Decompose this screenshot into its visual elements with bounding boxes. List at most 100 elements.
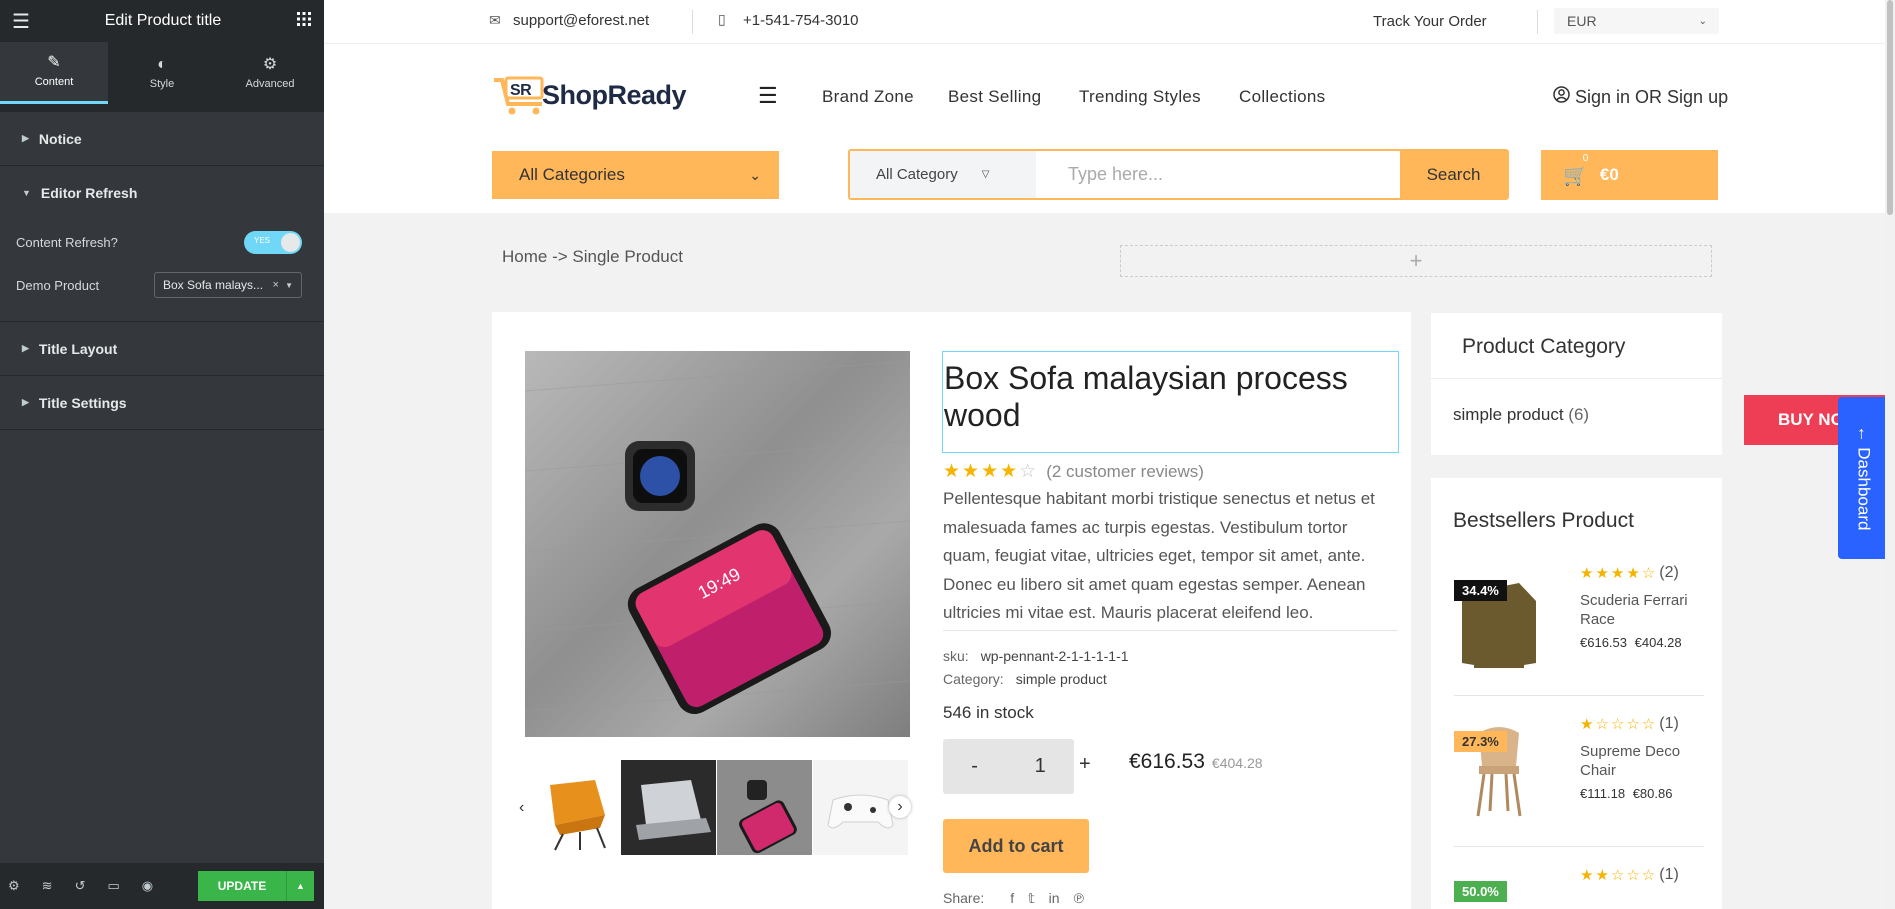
gallery-prev-icon[interactable]: ‹	[519, 799, 524, 817]
category-item[interactable]: simple product (6)	[1453, 405, 1589, 425]
responsive-icon[interactable]: ▭	[107, 878, 119, 894]
discount-badge: 27.3%	[1454, 731, 1507, 752]
tab-content[interactable]: ✎ Content	[0, 42, 108, 104]
price-current: €111.18	[1580, 786, 1626, 801]
add-to-cart-button[interactable]: Add to cart	[943, 819, 1089, 873]
price-old: €404.28	[1634, 635, 1682, 650]
widget-title: Product Category	[1462, 335, 1626, 358]
chevron-down-icon: ▼	[285, 281, 293, 290]
section-editor-refresh[interactable]: ▼ Editor Refresh	[0, 166, 324, 220]
product-category-meta: Category: simple product	[943, 671, 1107, 687]
editor-panel: ☰ Edit Product title ✎ Content ◐ Style ⚙…	[0, 0, 324, 909]
content-refresh-toggle[interactable]: YES	[244, 230, 302, 254]
section-label: Editor Refresh	[40, 185, 138, 201]
plus-icon: +	[1409, 248, 1423, 273]
gallery-next-icon[interactable]: ›	[889, 796, 911, 818]
preview-eye-icon[interactable]: ◉	[142, 878, 153, 894]
clear-icon[interactable]: ×	[273, 279, 279, 291]
dashboard-label: ← Dashboard	[1854, 425, 1874, 531]
qty-value-input[interactable]: 1	[1035, 755, 1046, 778]
search-category-select[interactable]: All Category ▽	[850, 151, 1036, 198]
rating-stars: ★★☆☆☆	[1580, 867, 1658, 884]
item-price: €111.18 €80.86	[1580, 786, 1672, 801]
tab-style[interactable]: ◐ Style	[108, 42, 216, 104]
gallery-thumb-chair[interactable]	[525, 760, 620, 855]
pinterest-icon[interactable]: ℗	[1074, 890, 1084, 907]
hamburger-menu-icon[interactable]: ☰	[12, 9, 30, 34]
topbar-email[interactable]: support@eforest.net	[513, 12, 649, 29]
layers-icon[interactable]: ≋	[42, 878, 53, 894]
demo-product-select[interactable]: Box Sofa malays... × ▼	[154, 272, 302, 298]
sku-label: sku:	[943, 648, 969, 664]
toggle-knob	[281, 232, 300, 252]
scrollbar-thumb[interactable]	[1887, 0, 1893, 215]
category-label: Category:	[943, 671, 1004, 687]
qty-plus-button[interactable]: +	[1079, 753, 1091, 776]
cart-button[interactable]: 🛒 0 €0	[1541, 150, 1718, 200]
logo[interactable]: SR ShopReady	[492, 74, 687, 116]
account-link[interactable]: Sign in OR Sign up	[1553, 86, 1728, 108]
discount-badge: 34.4%	[1454, 580, 1507, 601]
product-main-image[interactable]: 19:49	[525, 351, 910, 737]
section-notice[interactable]: ▶ Notice	[0, 112, 324, 166]
chevron-down-icon: ⌄	[1698, 15, 1707, 27]
section-title-layout[interactable]: ▶ Title Layout	[0, 322, 324, 376]
user-icon	[1553, 86, 1570, 108]
search-input[interactable]: Type here...	[1036, 151, 1400, 198]
widgets-grid-icon[interactable]	[296, 11, 312, 32]
add-section-placeholder[interactable]: +	[1120, 245, 1712, 277]
widget-title: Bestsellers Product	[1453, 509, 1634, 532]
demo-product-control: Demo Product Box Sofa malays... × ▼	[0, 264, 324, 306]
history-icon[interactable]: ↺	[75, 878, 86, 894]
section-title-settings[interactable]: ▶ Title Settings	[0, 376, 324, 430]
share-row: Share: f 𝕥 in ℗	[943, 890, 1084, 907]
currency-select[interactable]: EUR ⌄	[1554, 8, 1719, 34]
dashboard-tab[interactable]: ← Dashboard	[1838, 397, 1889, 559]
header: SR ShopReady ☰ Brand Zone Best Selling T…	[324, 44, 1895, 213]
bestseller-item[interactable]: 34.4% ★★★★☆ (2) Scuderia Ferrari Race €6…	[1454, 563, 1704, 696]
update-button[interactable]: UPDATE	[198, 871, 286, 901]
nav-collections[interactable]: Collections	[1239, 87, 1325, 107]
reviews-link[interactable]: (2 customer reviews)	[1046, 462, 1204, 482]
gallery-thumb-laptop[interactable]	[621, 760, 716, 855]
topbar-phone[interactable]: +1-541-754-3010	[743, 12, 859, 29]
panel-title: Edit Product title	[104, 12, 222, 29]
linkedin-icon[interactable]: in	[1049, 890, 1060, 907]
all-categories-label: All Categories	[519, 165, 625, 184]
nav-trending-styles[interactable]: Trending Styles	[1079, 87, 1201, 107]
category-link[interactable]: simple product	[1016, 671, 1107, 687]
facebook-icon[interactable]: f	[1010, 890, 1014, 907]
product-title[interactable]: Box Sofa malaysian process wood	[942, 351, 1399, 453]
update-options-caret-icon[interactable]: ▲	[286, 871, 314, 901]
tab-advanced[interactable]: ⚙ Advanced	[216, 42, 324, 104]
menu-hamburger-icon[interactable]: ☰	[758, 83, 778, 109]
search-button[interactable]: Search	[1400, 151, 1507, 198]
bestseller-item[interactable]: 50.0% ★★☆☆☆ (1)	[1454, 865, 1704, 909]
qty-minus-button[interactable]: -	[971, 755, 978, 778]
logo-text: ShopReady	[542, 79, 687, 110]
bestseller-item[interactable]: 27.3% ★☆☆☆☆ (1) Supreme Deco Chair €111.…	[1454, 714, 1704, 847]
category-count: (6)	[1568, 405, 1590, 424]
price-current: €616.53	[1580, 635, 1627, 650]
price-old: €80.86	[1632, 786, 1673, 801]
track-order-link[interactable]: Track Your Order	[1373, 13, 1487, 30]
panel-tabs: ✎ Content ◐ Style ⚙ Advanced	[0, 42, 324, 104]
price-current: €616.53	[1129, 750, 1205, 773]
all-categories-button[interactable]: All Categories ⌄	[492, 151, 779, 199]
gallery-thumb-phone[interactable]	[717, 760, 812, 855]
nav-best-selling[interactable]: Best Selling	[948, 87, 1041, 107]
app: ☰ Edit Product title ✎ Content ◐ Style ⚙…	[0, 0, 1895, 909]
product-price: €616.53 €404.28	[1129, 750, 1263, 774]
control-label: Demo Product	[16, 277, 100, 293]
tab-label: Style	[149, 77, 175, 90]
scrollbar[interactable]	[1885, 0, 1895, 909]
item-rating: ★★★★☆ (2)	[1580, 564, 1679, 582]
twitter-icon[interactable]: 𝕥	[1028, 890, 1035, 907]
settings-icon[interactable]: ⚙	[8, 878, 20, 894]
breadcrumb: Home -> Single Product	[502, 247, 683, 266]
nav-brand-zone[interactable]: Brand Zone	[822, 87, 914, 107]
panel-footer: ⚙ ≋ ↺ ▭ ◉ UPDATE ▲	[0, 863, 324, 909]
discount-badge: 50.0%	[1454, 881, 1507, 902]
search-placeholder: Type here...	[1068, 164, 1164, 184]
product-sku: sku: wp-pennant-2-1-1-1-1-1	[943, 648, 1129, 664]
